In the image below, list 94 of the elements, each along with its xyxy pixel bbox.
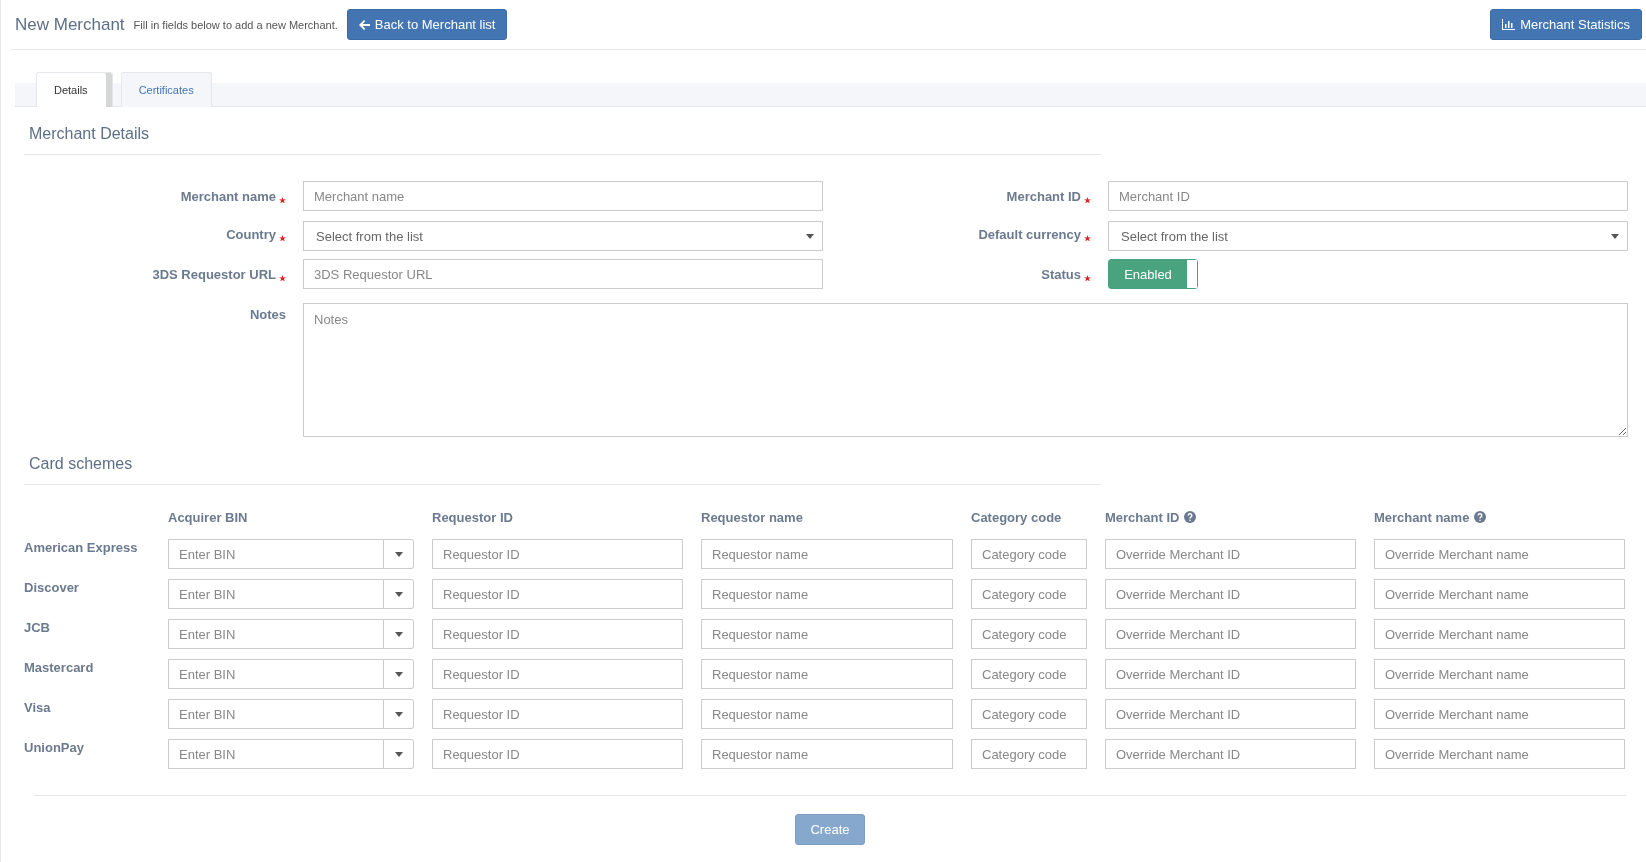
notes-field[interactable]: Notes [303,303,1628,437]
required-icon [279,196,286,204]
caret-icon [394,551,403,557]
text-field[interactable]: Requestor ID [432,659,683,689]
caret-icon [806,233,814,239]
bin-field[interactable]: Enter BIN [168,739,384,769]
scheme-label: American Express [24,539,139,557]
text-field[interactable]: Requestor ID [432,739,683,769]
text-field[interactable]: Category code [971,659,1087,689]
dropdown-button[interactable] [384,619,414,649]
section-title: Merchant Details [24,107,1101,155]
status-toggle[interactable]: Enabled [1108,259,1198,289]
text-field[interactable]: Override Merchant name [1374,699,1625,729]
bin-field[interactable]: Enter BIN [168,579,384,609]
required-icon [279,234,286,242]
text-field[interactable]: Requestor name [701,739,953,769]
tab[interactable]: Certificates [120,72,212,107]
caret-icon [1611,233,1619,239]
caret-icon [394,671,403,677]
text-field[interactable]: Override Merchant name [1374,619,1625,649]
text-field[interactable]: Override Merchant ID [1105,619,1356,649]
caret-icon [394,631,403,637]
statistics-button[interactable]: Merchant Statistics [1490,9,1642,40]
text-field[interactable]: Merchant ID [1108,181,1628,211]
column-header: Requestor name [701,509,803,525]
text-field[interactable]: Requestor ID [432,699,683,729]
text-field[interactable]: Requestor name [701,579,953,609]
bin-field[interactable]: Enter BIN [168,619,384,649]
column-header: Requestor ID [432,509,513,525]
field-label: Default currency [978,226,1081,242]
bin-field[interactable]: Enter BIN [168,659,384,689]
column-header: Acquirer BIN [168,509,248,525]
text-field[interactable]: Category code [971,739,1087,769]
caret-icon [394,591,403,597]
select-field[interactable]: Select from the list [303,221,823,251]
page-subtitle: Fill in fields below to add a new Merchant. [133,18,338,31]
dropdown-button[interactable] [384,659,414,689]
back-button[interactable]: Back to Merchant list [346,9,508,40]
text-field[interactable]: Requestor ID [432,539,683,569]
scheme-label: JCB [24,619,51,637]
field-label: Notes [249,307,286,322]
field-label: Status [1041,266,1081,282]
scheme-label: Mastercard [24,659,95,677]
text-field[interactable]: Category code [971,579,1087,609]
dropdown-button[interactable] [384,699,414,729]
text-field[interactable]: Requestor name [701,539,953,569]
text-field[interactable]: 3DS Requestor URL [303,259,823,289]
field-label: Country [226,226,276,242]
dropdown-button[interactable] [384,539,414,569]
text-field[interactable]: Requestor name [701,659,953,689]
help-icon[interactable] [1474,511,1487,523]
text-field[interactable]: Category code [971,619,1087,649]
text-field[interactable]: Merchant name [303,181,823,211]
bin-field[interactable]: Enter BIN [168,699,384,729]
field-label: 3DS Requestor URL [152,266,276,282]
text-field[interactable]: Override Merchant ID [1105,539,1356,569]
dropdown-button[interactable] [384,579,414,609]
scheme-label: Visa [24,699,52,717]
caret-icon [394,751,403,757]
text-field[interactable]: Requestor name [701,619,953,649]
help-icon[interactable] [1184,511,1197,523]
text-field[interactable]: Category code [971,699,1087,729]
select-field[interactable]: Select from the list [1108,221,1628,251]
text-field[interactable]: Override Merchant ID [1105,659,1356,689]
bar-chart-icon [1502,19,1516,30]
required-icon [279,274,286,282]
column-header: Merchant ID [1105,509,1180,525]
text-field[interactable]: Override Merchant ID [1105,739,1356,769]
text-field[interactable]: Requestor ID [432,619,683,649]
text-field[interactable]: Override Merchant name [1374,739,1625,769]
text-field[interactable]: Override Merchant ID [1105,699,1356,729]
required-icon [1084,196,1091,204]
section-title: Card schemes [24,437,1101,485]
required-icon [1084,234,1091,242]
scheme-label: UnionPay [24,739,85,757]
text-field[interactable]: Override Merchant ID [1105,579,1356,609]
tab[interactable]: Details [36,72,113,107]
column-header: Category code [971,509,1062,525]
column-header: Merchant name [1374,509,1470,525]
arrow-left-icon [358,19,370,30]
text-field[interactable]: Category code [971,539,1087,569]
text-field[interactable]: Requestor name [701,699,953,729]
caret-icon [394,711,403,717]
text-field[interactable]: Override Merchant name [1374,659,1625,689]
bin-field[interactable]: Enter BIN [168,539,384,569]
dropdown-button[interactable] [384,739,414,769]
required-icon [1084,274,1091,282]
page-title: New Merchant [15,14,125,35]
field-label: Merchant name [180,188,276,204]
field-label: Merchant ID [1006,188,1081,204]
text-field[interactable]: Override Merchant name [1374,539,1625,569]
text-field[interactable]: Override Merchant name [1374,579,1625,609]
scheme-label: Discover [24,579,80,597]
text-field[interactable]: Requestor ID [432,579,683,609]
